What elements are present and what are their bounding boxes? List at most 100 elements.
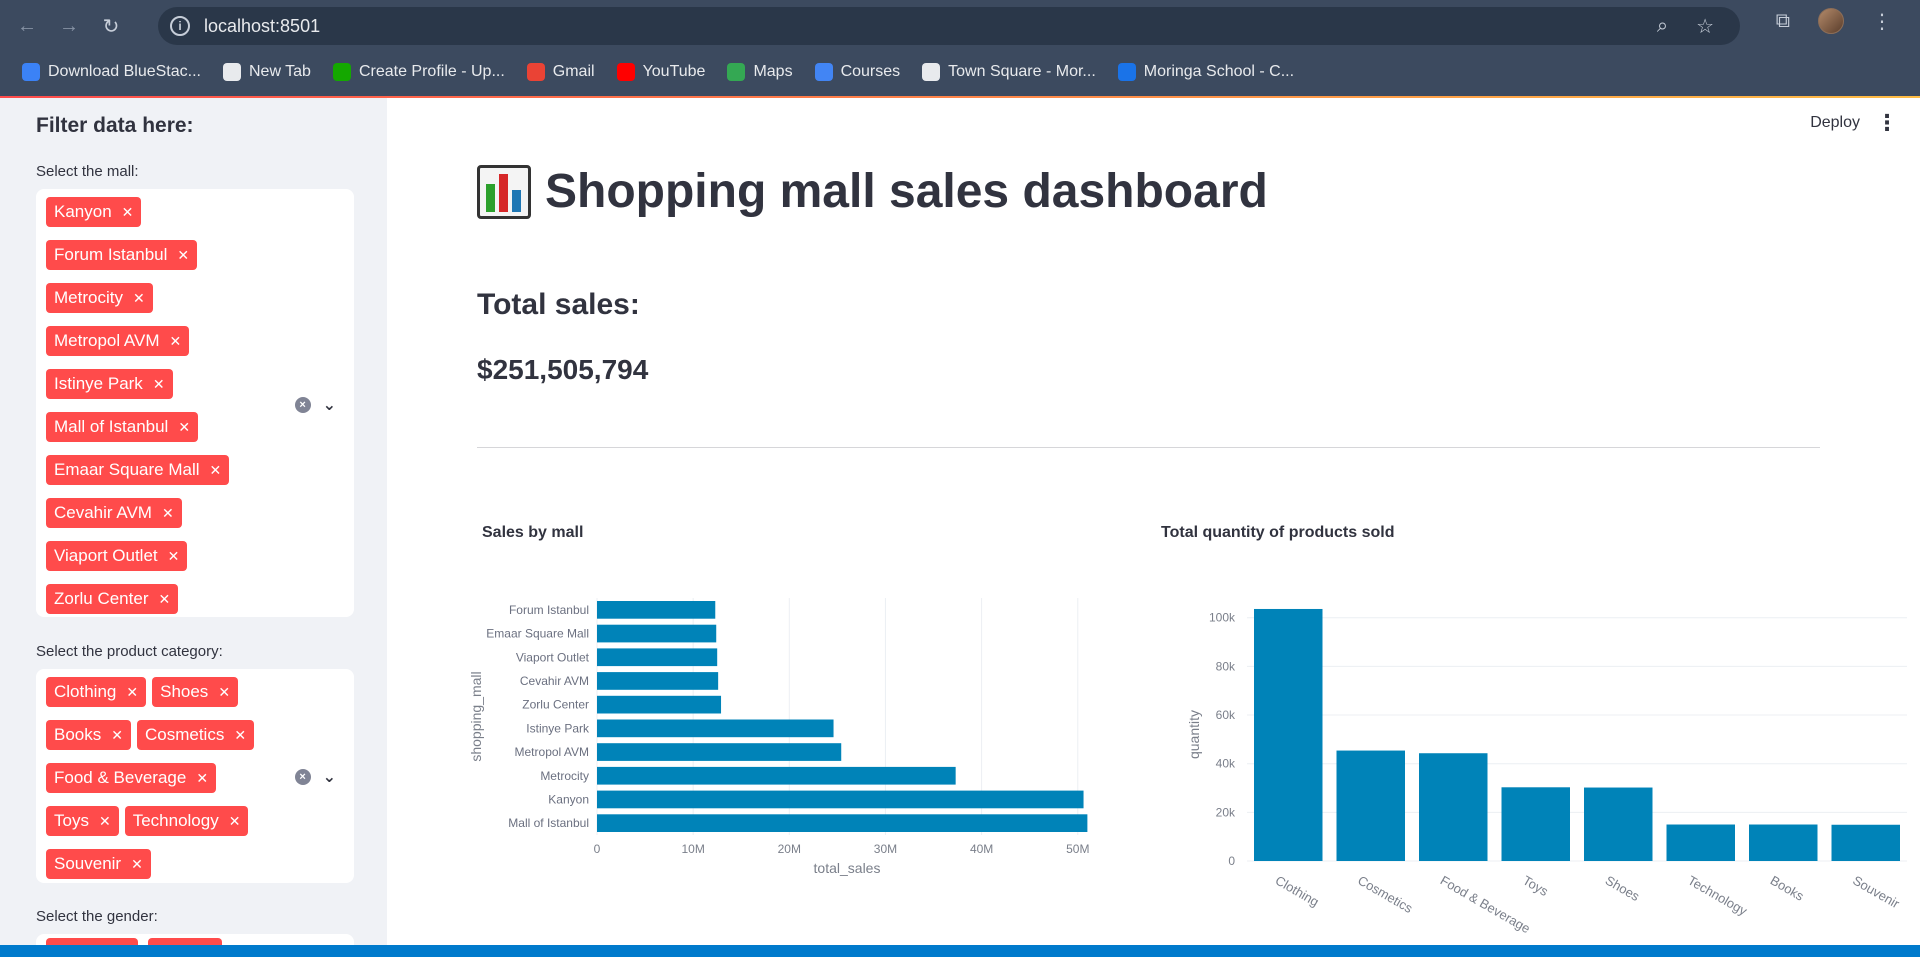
bookmark-label: Moringa School - C... — [1143, 63, 1295, 80]
bookmark-item[interactable]: Gmail — [526, 63, 595, 81]
chevron-down-icon[interactable]: ⌄ — [323, 767, 336, 787]
remove-tag-icon[interactable]: ✕ — [170, 333, 182, 350]
sales-by-mall-chart[interactable]: 0 10M 20M 30M 40M 50M Forum Istanbul Emaar Squa… — [467, 578, 1127, 957]
category-tag[interactable]: Shoes ✕ — [152, 677, 239, 707]
reload-icon[interactable]: ↻ — [98, 13, 124, 39]
remove-tag-icon[interactable]: ✕ — [196, 770, 208, 787]
bookmark-item[interactable]: Town Square - Mor... — [922, 63, 1096, 81]
remove-tag-icon[interactable]: ✕ — [177, 247, 189, 264]
bookmark-label: Create Profile - Up... — [358, 63, 505, 80]
y-tick-label: Istinye Park — [526, 721, 590, 735]
bar — [1254, 608, 1323, 861]
x-tick-label: Toys — [1520, 873, 1551, 900]
x-tick-label: Souvenir — [1850, 873, 1903, 912]
remove-tag-icon[interactable]: ✕ — [158, 591, 170, 608]
bookmark-item[interactable]: Courses — [814, 63, 900, 81]
site-info-icon[interactable]: i — [170, 16, 190, 36]
sidebar: Filter data here: Select the mall: Kanyo… — [0, 98, 387, 957]
remove-tag-icon[interactable]: ✕ — [162, 505, 174, 522]
bookmark-item[interactable]: Create Profile - Up... — [332, 63, 505, 81]
category-tag-label: Shoes — [160, 682, 209, 701]
bookmark-item[interactable]: New Tab — [222, 63, 311, 81]
category-tag-label: Souvenir — [54, 854, 122, 873]
mall-tag[interactable]: Istinye Park ✕ — [46, 369, 173, 399]
back-icon[interactable]: ← — [14, 13, 40, 39]
bar — [597, 648, 718, 667]
mall-tag[interactable]: Forum Istanbul ✕ — [46, 240, 198, 270]
remove-tag-icon[interactable]: ✕ — [133, 290, 145, 307]
main-menu-icon[interactable]: ⋮ — [1876, 110, 1898, 136]
category-tag[interactable]: Clothing ✕ — [46, 677, 147, 707]
category-tag[interactable]: Food & Beverage ✕ — [46, 763, 217, 793]
clear-malls-icon[interactable]: × — [294, 397, 311, 413]
category-tag[interactable]: Cosmetics ✕ — [136, 720, 255, 750]
bookmark-item[interactable]: Moringa School - C... — [1117, 63, 1295, 81]
y-tick-label: 20k — [1216, 805, 1236, 819]
chevron-down-icon[interactable]: ⌄ — [323, 395, 336, 415]
forward-icon[interactable]: → — [56, 13, 82, 39]
deploy-button[interactable]: Deploy — [1810, 114, 1860, 132]
bookmark-item[interactable]: YouTube — [616, 63, 705, 81]
mall-tag[interactable]: Mall of Istanbul ✕ — [46, 412, 199, 442]
x-tick-label: 10M — [681, 842, 704, 856]
remove-tag-icon[interactable]: ✕ — [168, 548, 180, 565]
zoom-icon[interactable]: ⌕ — [1657, 15, 1668, 38]
bar — [597, 743, 842, 761]
mall-tag[interactable]: Viaport Outlet ✕ — [46, 541, 188, 571]
bar — [1584, 787, 1653, 861]
mall-tag[interactable]: Kanyon ✕ — [46, 197, 142, 227]
gender-filter-label: Select the gender: — [36, 908, 158, 925]
category-tag[interactable]: Books ✕ — [46, 720, 131, 750]
category-tag-label: Food & Beverage — [54, 768, 187, 787]
remove-tag-icon[interactable]: ✕ — [218, 684, 230, 701]
remove-tag-icon[interactable]: ✕ — [126, 684, 138, 701]
category-multiselect[interactable]: Clothing ✕ Shoes ✕ Books ✕ Cosmetics ✕ Food & Be… — [36, 669, 354, 883]
quantity-by-category-chart[interactable]: 0 20k 40k 60k 80k 100k Clothing Cosmetics Food &… — [1147, 578, 1917, 957]
remove-tag-icon[interactable]: ✕ — [178, 419, 190, 436]
bookmark-item[interactable]: Maps — [727, 63, 793, 81]
x-tick-label: 30M — [874, 842, 897, 856]
address-bar[interactable]: i localhost:8501 ⌕ ☆ — [158, 7, 1740, 45]
bar — [597, 790, 1084, 809]
category-tag[interactable]: Souvenir ✕ — [46, 849, 151, 879]
mall-tag[interactable]: Metrocity ✕ — [46, 283, 153, 313]
remove-tag-icon[interactable]: ✕ — [111, 727, 123, 744]
y-axis-label: shopping_mall — [468, 671, 484, 761]
x-axis-label: total_sales — [814, 860, 881, 876]
profile-avatar[interactable] — [1818, 8, 1844, 34]
url-text: localhost:8501 — [204, 15, 321, 36]
browser-menu-icon[interactable]: ⋮ — [1872, 9, 1892, 34]
bar — [597, 624, 717, 643]
bookmark-label: Maps — [753, 63, 793, 80]
remove-tag-icon[interactable]: ✕ — [210, 462, 222, 479]
category-tag[interactable]: Technology ✕ — [124, 806, 249, 836]
total-sales-value: $251,505,794 — [477, 354, 649, 385]
mall-tag-label: Cevahir AVM — [54, 503, 152, 522]
remove-tag-icon[interactable]: ✕ — [122, 204, 134, 221]
mall-tag-label: Viaport Outlet — [54, 546, 158, 565]
y-tick-label: Zorlu Center — [522, 698, 589, 712]
remove-tag-icon[interactable]: ✕ — [99, 813, 111, 830]
remove-tag-icon[interactable]: ✕ — [153, 376, 165, 393]
divider — [477, 447, 1820, 448]
mall-tag[interactable]: Cevahir AVM ✕ — [46, 498, 182, 528]
mall-tag[interactable]: Metropol AVM ✕ — [46, 326, 190, 356]
remove-tag-icon[interactable]: ✕ — [131, 856, 143, 873]
mall-tag[interactable]: Emaar Square Mall ✕ — [46, 455, 230, 485]
bookmark-item[interactable]: Download BlueStac... — [22, 63, 201, 81]
mall-multiselect[interactable]: Kanyon ✕ Forum Istanbul ✕ Metrocity ✕ Metropol… — [36, 189, 354, 617]
bookmark-star-icon[interactable]: ☆ — [1696, 14, 1714, 39]
x-tick-label: 50M — [1066, 842, 1089, 856]
mall-tag-label: Mall of Istanbul — [54, 417, 169, 436]
extensions-icon[interactable]: ⧉ — [1776, 10, 1790, 33]
category-tag-label: Cosmetics — [144, 725, 225, 744]
remove-tag-icon[interactable]: ✕ — [234, 727, 246, 744]
bluestacks-icon — [22, 63, 40, 81]
google-icon — [814, 63, 833, 81]
category-tag[interactable]: Toys ✕ — [46, 806, 119, 836]
mall-tag-label: Forum Istanbul — [54, 245, 168, 264]
clear-categories-icon[interactable]: × — [294, 769, 311, 785]
mall-tag[interactable]: Zorlu Center ✕ — [46, 584, 179, 614]
mall-tag-label: Metrocity — [54, 288, 123, 307]
remove-tag-icon[interactable]: ✕ — [229, 813, 241, 830]
